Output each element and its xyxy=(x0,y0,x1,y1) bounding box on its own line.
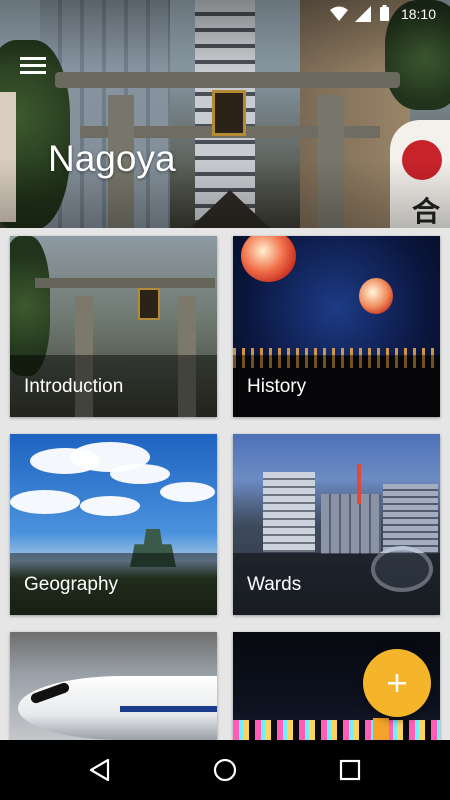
card-label: Introduction xyxy=(10,355,217,417)
card-wards[interactable]: Wards xyxy=(233,434,440,615)
signal-icon xyxy=(355,6,371,22)
status-time: 18:10 xyxy=(400,6,436,22)
battery-icon xyxy=(380,5,389,21)
back-triangle-icon[interactable] xyxy=(86,756,114,784)
card-image xyxy=(10,632,217,740)
card-introduction[interactable]: Introduction xyxy=(10,236,217,417)
navigation-bar xyxy=(0,740,450,800)
page-title: Nagoya xyxy=(48,138,176,179)
plus-icon xyxy=(388,674,406,692)
header-image: 合 xyxy=(0,0,450,228)
hamburger-menu-icon[interactable] xyxy=(18,54,48,76)
card-history[interactable]: History xyxy=(233,236,440,417)
wifi-icon xyxy=(330,6,348,21)
add-button[interactable] xyxy=(363,649,431,717)
card-label: History xyxy=(233,355,440,417)
recents-square-icon[interactable] xyxy=(336,756,364,784)
card-geography[interactable]: Geography xyxy=(10,434,217,615)
card-transport[interactable] xyxy=(10,632,217,740)
home-circle-icon[interactable] xyxy=(211,756,239,784)
status-bar: 18:10 xyxy=(0,0,450,28)
header-shade xyxy=(0,0,450,228)
card-label: Geography xyxy=(10,553,217,615)
card-label: Wards xyxy=(233,553,440,615)
